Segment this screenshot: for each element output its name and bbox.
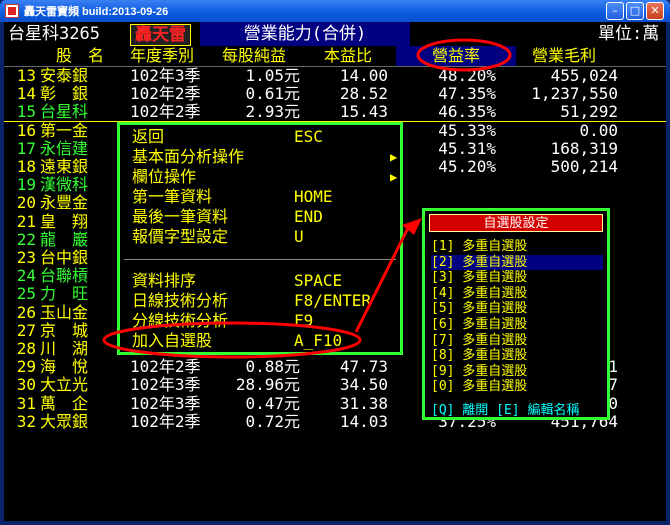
minimize-button[interactable]: – (606, 2, 624, 20)
maximize-button[interactable]: □ (626, 2, 644, 20)
annotation-circle-margin (416, 38, 512, 72)
app-window: 轟天雷寶頻 build:2013-09-26 – □ ✕ 台星科3265 轟天雷… (0, 0, 670, 525)
annotation-circle-add-watchlist (102, 321, 362, 359)
annotation-overlay (102, 38, 512, 359)
title-bar[interactable]: 轟天雷寶頻 build:2013-09-26 – □ ✕ (0, 0, 670, 22)
close-button[interactable]: ✕ (646, 2, 664, 20)
terminal-screen: 台星科3265 轟天雷 營業能力(合併) 單位:萬 股 名 年度季別 每股純益 … (4, 22, 666, 521)
app-icon (5, 4, 19, 18)
window-title: 轟天雷寶頻 build:2013-09-26 (24, 6, 169, 18)
annotation-arrow-line (354, 227, 410, 333)
